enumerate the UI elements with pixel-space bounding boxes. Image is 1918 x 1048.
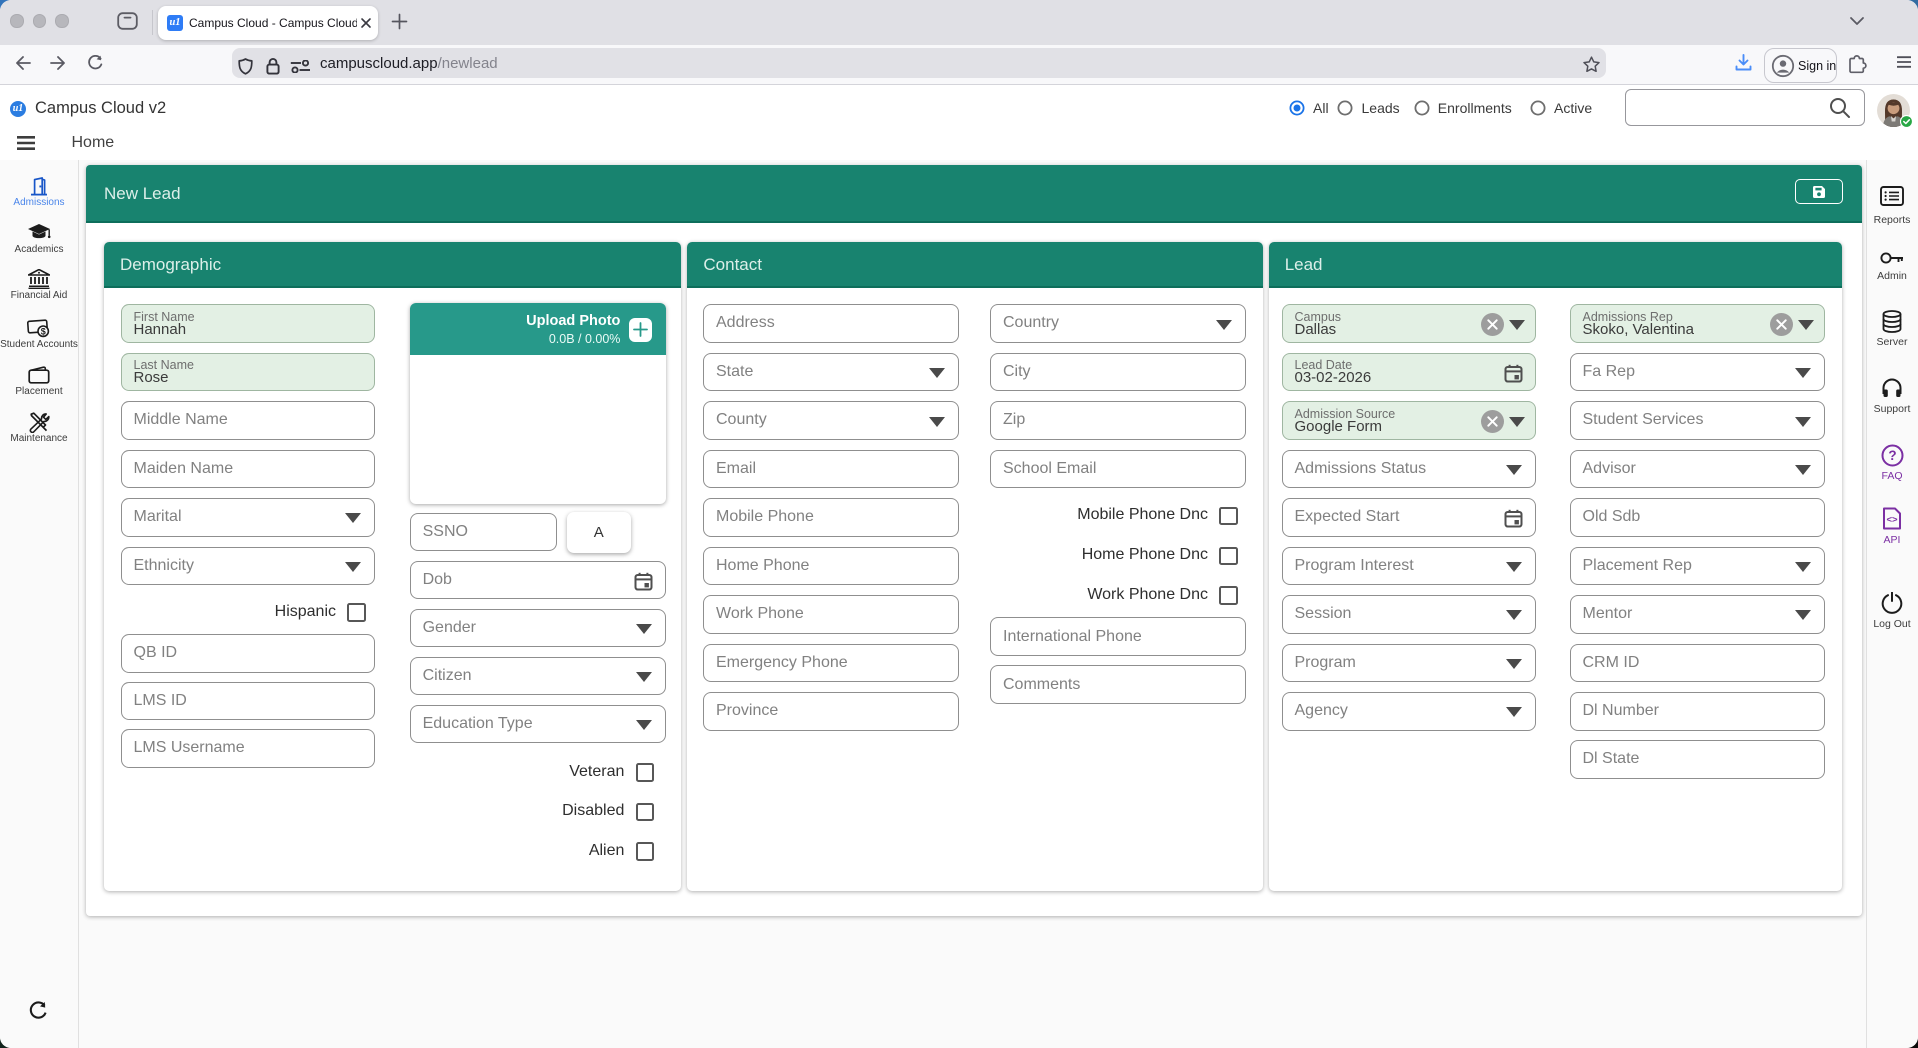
svg-text:<>: <> xyxy=(1886,514,1898,525)
svg-text:?: ? xyxy=(1888,448,1896,463)
svg-text:$: $ xyxy=(41,326,46,336)
